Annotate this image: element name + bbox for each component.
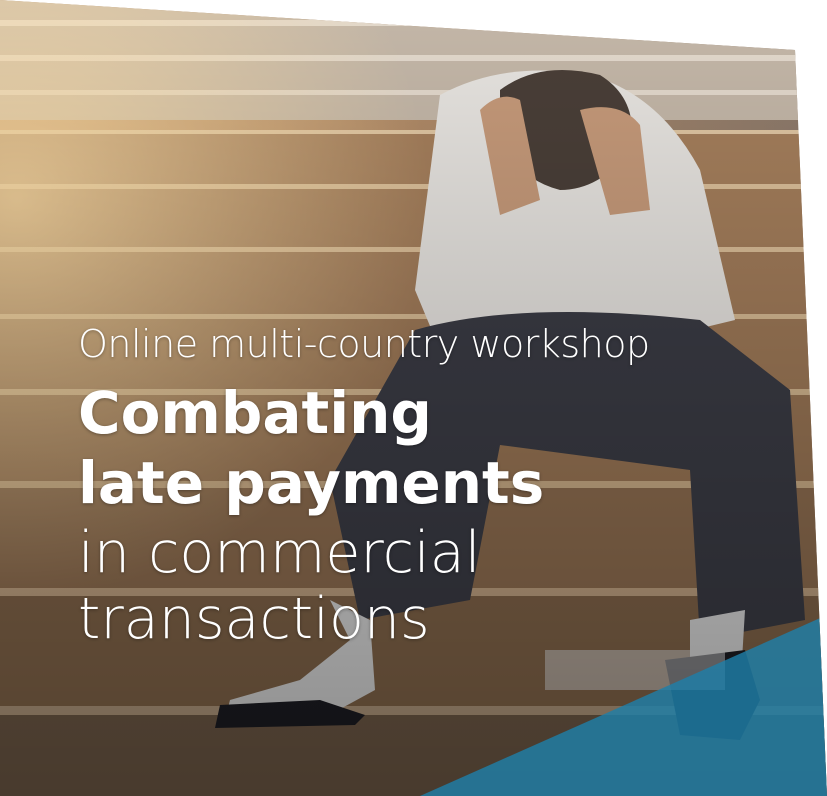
- workshop-banner: Online multi-country workshop Combating …: [0, 0, 827, 796]
- headline-line-2: late payments: [78, 449, 545, 517]
- banner-text: Online multi-country workshop Combating …: [78, 318, 650, 652]
- headline-line-1: Combating: [78, 379, 432, 447]
- tagline-line-2: transactions: [78, 586, 430, 652]
- tagline-line-1: in commercial: [78, 520, 481, 586]
- workshop-subtitle: Online multi-country workshop: [78, 322, 650, 366]
